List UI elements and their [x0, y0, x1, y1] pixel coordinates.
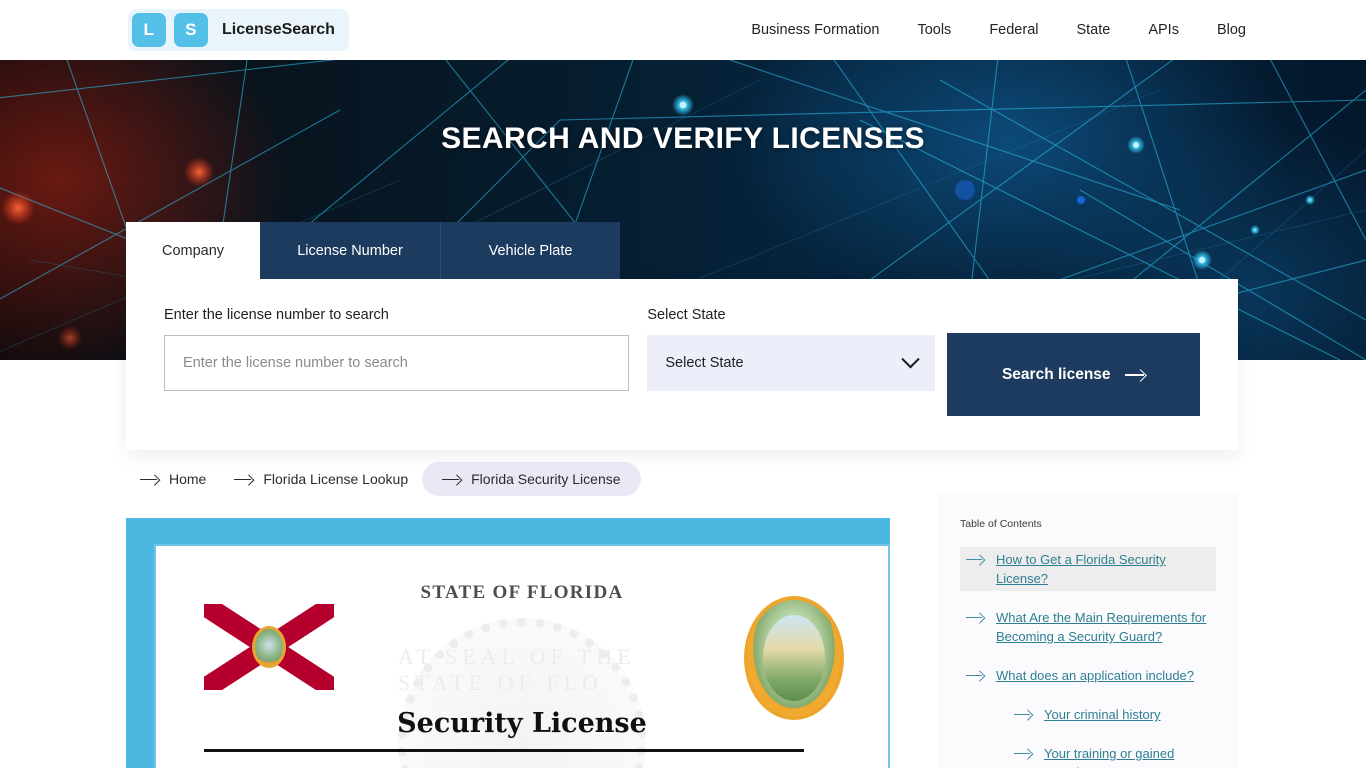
- logo-tile-s: S: [174, 13, 208, 47]
- tab-company[interactable]: Company: [126, 222, 260, 279]
- toc-item-label: Your criminal history: [1044, 707, 1161, 722]
- toc-item-application-include[interactable]: What does an application include?: [960, 663, 1216, 688]
- toc-item-main-requirements[interactable]: What Are the Main Requirements for Becom…: [960, 605, 1216, 649]
- certificate-inner-frame: AT SEAL OF THE STATE OF FLO STATE OF FLO…: [154, 544, 890, 768]
- arrow-right-icon: [234, 474, 252, 484]
- search-widget: Company License Number Vehicle Plate Ent…: [126, 222, 1238, 450]
- search-license-button-label: Search license: [1001, 365, 1111, 383]
- toc-item-training-experience[interactable]: Your training or gained experience: [960, 741, 1216, 768]
- brand-logo[interactable]: L S LicenseSearch: [128, 9, 349, 51]
- toc-item-how-to-get[interactable]: How to Get a Florida Security License?: [960, 547, 1216, 591]
- arrow-right-icon: [966, 554, 983, 564]
- toc-item-label: How to Get a Florida Security License?: [996, 552, 1166, 586]
- search-form-card: Enter the license number to search Selec…: [126, 279, 1238, 450]
- arrow-right-icon: [1124, 369, 1145, 380]
- florida-security-license-certificate-image: AT SEAL OF THE STATE OF FLO STATE OF FLO…: [126, 518, 890, 768]
- state-select-label: Select State: [647, 307, 726, 323]
- arrow-right-icon: [966, 670, 983, 680]
- nav-item-apis[interactable]: APIs: [1148, 22, 1179, 38]
- site-header: L S LicenseSearch Business Formation Too…: [0, 0, 1366, 60]
- tab-vehicle-plate[interactable]: Vehicle Plate: [440, 222, 620, 279]
- certificate-divider: [204, 749, 804, 752]
- toc-item-label: What Are the Main Requirements for Becom…: [996, 610, 1207, 644]
- breadcrumb-label: Home: [169, 471, 207, 487]
- state-select-value: Select State: [665, 355, 744, 371]
- arrow-right-icon: [1014, 709, 1031, 719]
- nav-item-state[interactable]: State: [1076, 22, 1110, 38]
- table-of-contents: Table of Contents How to Get a Florida S…: [938, 492, 1238, 768]
- breadcrumb-item-home[interactable]: Home: [126, 462, 220, 496]
- breadcrumb-item-florida-security-license[interactable]: Florida Security License: [422, 462, 641, 496]
- license-number-input[interactable]: [164, 335, 630, 391]
- arrow-right-icon: [1014, 748, 1031, 758]
- nav-item-tools[interactable]: Tools: [917, 22, 951, 38]
- florida-state-seal-icon: [744, 596, 844, 720]
- arrow-right-icon: [966, 612, 983, 622]
- license-field-group: Enter the license number to search: [164, 307, 630, 391]
- main-navigation: Business Formation Tools Federal State A…: [751, 0, 1246, 60]
- page-title: SEARCH AND VERIFY LICENSES: [441, 122, 925, 155]
- state-field-group: Select State Select State: [647, 307, 935, 391]
- arrow-right-icon: [442, 474, 460, 484]
- logo-tile-l: L: [132, 13, 166, 47]
- certificate-title: Security License: [397, 708, 647, 739]
- breadcrumb-label: Florida Security License: [471, 471, 621, 487]
- brand-name: LicenseSearch: [222, 21, 335, 38]
- watermark-text: AT SEAL OF THE STATE OF FLO: [398, 644, 636, 695]
- tab-license-number[interactable]: License Number: [260, 222, 440, 279]
- arrow-right-icon: [140, 474, 158, 484]
- nav-item-federal[interactable]: Federal: [989, 22, 1038, 38]
- state-select[interactable]: Select State: [647, 335, 935, 391]
- nav-item-business-formation[interactable]: Business Formation: [751, 22, 879, 38]
- toc-heading: Table of Contents: [960, 518, 1042, 530]
- license-input-label: Enter the license number to search: [164, 307, 389, 323]
- toc-item-criminal-history[interactable]: Your criminal history: [960, 702, 1216, 727]
- florida-flag-icon: [204, 604, 334, 690]
- breadcrumb-label: Florida License Lookup: [263, 471, 409, 487]
- nav-item-blog[interactable]: Blog: [1217, 22, 1246, 38]
- breadcrumb-item-florida-license-lookup[interactable]: Florida License Lookup: [220, 462, 422, 496]
- toc-item-label: Your training or gained experience: [1044, 746, 1175, 768]
- breadcrumb: Home Florida License Lookup Florida Secu…: [126, 462, 641, 496]
- search-license-button[interactable]: Search license: [946, 333, 1200, 416]
- chevron-down-icon: [900, 349, 920, 368]
- toc-item-label: What does an application include?: [996, 668, 1195, 683]
- search-tabs: Company License Number Vehicle Plate: [126, 222, 620, 279]
